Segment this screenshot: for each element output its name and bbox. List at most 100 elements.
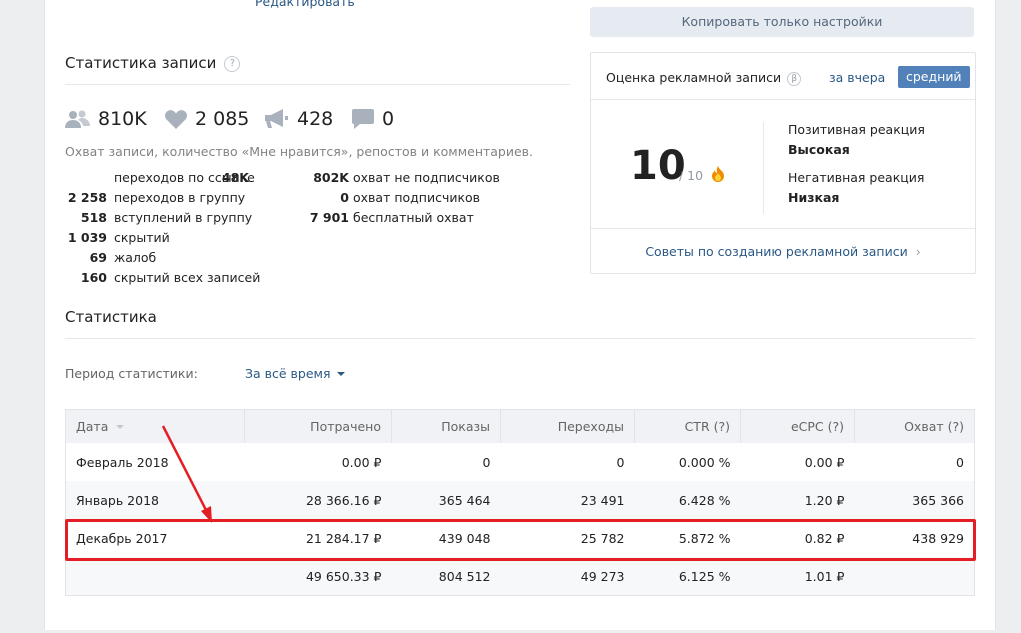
period-label: Период статистики:: [65, 366, 198, 381]
cell-ecpc: 1.20 ₽: [740, 481, 855, 519]
cell-ecpc: 0.82 ₽: [804, 530, 845, 546]
stat-right-label-2: бесплатный охват: [353, 210, 474, 225]
stat-num: 2 258: [67, 190, 107, 205]
rating-header: Оценка рекламной записи β за вчера средни…: [591, 53, 975, 100]
likes-value: 2 085: [195, 108, 250, 130]
period-value: За всё время: [245, 366, 331, 381]
cell-ecpc: 1.01 ₽: [740, 557, 855, 596]
comments-value: 0: [382, 108, 395, 130]
reposts-metric: 428: [265, 108, 333, 130]
period-dropdown[interactable]: За всё время: [245, 366, 345, 381]
col-date-label: Дата: [76, 419, 109, 434]
post-stats-title-text: Статистика записи: [65, 54, 217, 72]
annotation-arrow: [161, 425, 212, 523]
stat-right-0: 802K: [313, 170, 349, 185]
stat-num: 7 901: [309, 210, 349, 225]
divider: [65, 84, 570, 85]
cell-reach: [854, 557, 975, 596]
statistics-title: Статистика: [65, 308, 157, 326]
stat-left-label-4: жалоб: [114, 250, 157, 265]
stat-num: 1 039: [67, 230, 107, 245]
cell-impressions: 439 048: [438, 530, 491, 546]
stat-left-5: 160: [81, 270, 107, 285]
stat-right-label-0: охват не подписчиков: [353, 170, 500, 185]
stat-right-2: 7 901: [310, 210, 349, 225]
cell-clicks: 0: [616, 454, 625, 470]
beta-icon[interactable]: β: [787, 72, 802, 86]
heart-icon: [165, 109, 187, 129]
tips-link-text: Советы по созданию рекламной записи: [645, 244, 908, 259]
stat-num: 518: [80, 210, 107, 225]
stat-left-label-0: переходов по ссылке: [114, 170, 255, 185]
stat-left-label-2: вступлений в группу: [114, 210, 253, 225]
cell-ctr: 6.125 %: [634, 557, 741, 596]
edit-link[interactable]: Редактировать: [255, 0, 355, 9]
score-max: / 10: [679, 168, 704, 183]
comments-metric: 0: [352, 108, 394, 130]
col-impressions[interactable]: Показы: [391, 409, 501, 443]
comment-icon: [352, 109, 374, 129]
divider: [65, 338, 975, 339]
stat-left-1: 2 258: [68, 190, 107, 205]
negative-label: Негативная реакция: [788, 170, 925, 185]
rating-title-text: Оценка рекламной записи: [606, 70, 782, 85]
megaphone-icon: [265, 109, 288, 128]
stat-left-label-5: скрытий всех записей: [114, 270, 261, 285]
people-icon: [65, 110, 90, 128]
cell-spent: 0.00 ₽: [341, 454, 382, 470]
cell-clicks: 25 782: [580, 530, 625, 546]
chevron-right-icon: ›: [915, 244, 921, 259]
post-stats-title: Статистика записи?: [65, 54, 241, 72]
col-ecpc[interactable]: eCPC (?): [740, 409, 855, 443]
cell-clicks: 23 491: [500, 481, 635, 519]
tab-yesterday[interactable]: за вчера: [829, 70, 885, 85]
cell-ecpc: 0.00 ₽: [804, 454, 845, 470]
help-icon[interactable]: ?: [224, 56, 241, 72]
rating-title: Оценка рекламной записи β: [606, 70, 802, 86]
tab-average[interactable]: средний: [898, 66, 970, 88]
reposts-value: 428: [297, 108, 334, 130]
col-reach[interactable]: Охват (?): [854, 409, 975, 443]
stat-left-2: 518: [81, 210, 107, 225]
reach-metric: 810K: [65, 108, 147, 130]
stat-num: 802K: [313, 170, 349, 185]
cell-impressions: 804 512: [391, 557, 501, 596]
col-clicks[interactable]: Переходы: [500, 409, 635, 443]
rating-score: 10: [630, 143, 686, 189]
col-spent[interactable]: Потрачено: [244, 409, 392, 443]
cell-spent: 21 284.17 ₽: [305, 530, 382, 546]
stat-num: 160: [80, 270, 107, 285]
sort-icon: [116, 425, 125, 429]
stat-left-4: 69: [90, 250, 107, 265]
fire-icon: [712, 166, 725, 182]
table-total-row: 49 650.33 ₽ 804 512 49 273 6.125 % 1.01 …: [65, 557, 975, 596]
rating-score-of: / 10: [679, 166, 725, 183]
cell-reach: 0: [956, 454, 964, 470]
caret-down-icon: [336, 372, 345, 376]
cell-reach: 365 366: [854, 481, 975, 519]
reach-value: 810K: [98, 108, 147, 130]
cell-impressions: 0: [482, 454, 491, 470]
cell-impressions: 365 464: [391, 481, 501, 519]
stat-left-3: 1 039: [68, 230, 107, 245]
copy-settings-button[interactable]: Копировать только настройки: [590, 7, 974, 37]
stat-right-1: 0: [340, 190, 349, 205]
stat-right-label-1: охват подписчиков: [353, 190, 481, 205]
metrics-description: Охват записи, количество «Мне нравится»,…: [65, 144, 534, 159]
cell-date: [65, 557, 245, 596]
stat-num: 69: [89, 250, 107, 265]
likes-metric: 2 085: [165, 108, 249, 130]
ad-rating-card: Оценка рекламной записи β за вчера средни…: [590, 52, 976, 274]
cell-ctr: 0.000 %: [678, 454, 731, 470]
positive-label: Позитивная реакция: [788, 122, 925, 137]
cell-spent: 28 366.16 ₽: [244, 481, 392, 519]
cell-ctr: 6.428 %: [634, 481, 741, 519]
cell-ctr: 5.872 %: [678, 530, 731, 546]
tips-link[interactable]: Советы по созданию рекламной записи ›: [591, 228, 975, 274]
positive-value: Высокая: [788, 142, 850, 157]
stat-num: 0: [340, 190, 349, 205]
cell-spent: 49 650.33 ₽: [244, 557, 392, 596]
col-ctr[interactable]: CTR (?): [634, 409, 741, 443]
cell-reach: 438 929: [912, 530, 964, 546]
stat-left-label-1: переходов в группу: [114, 190, 246, 205]
